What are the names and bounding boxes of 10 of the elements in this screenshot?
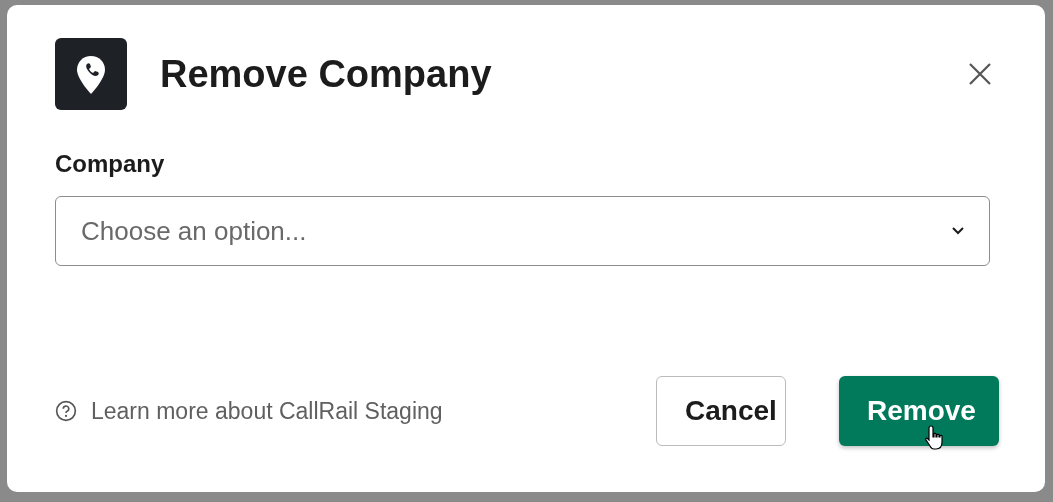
- company-select[interactable]: Choose an option...: [55, 196, 990, 266]
- cancel-button[interactable]: Cancel: [656, 376, 786, 446]
- help-link[interactable]: Learn more about CallRail Staging: [91, 397, 443, 425]
- close-icon[interactable]: [968, 62, 992, 86]
- chevron-down-icon: [952, 227, 964, 235]
- location-pin-phone-icon: [55, 38, 127, 110]
- dialog-title: Remove Company: [160, 52, 493, 96]
- remove-button[interactable]: Remove: [839, 376, 999, 446]
- field-label: Company: [55, 150, 166, 178]
- help-icon: [55, 400, 77, 422]
